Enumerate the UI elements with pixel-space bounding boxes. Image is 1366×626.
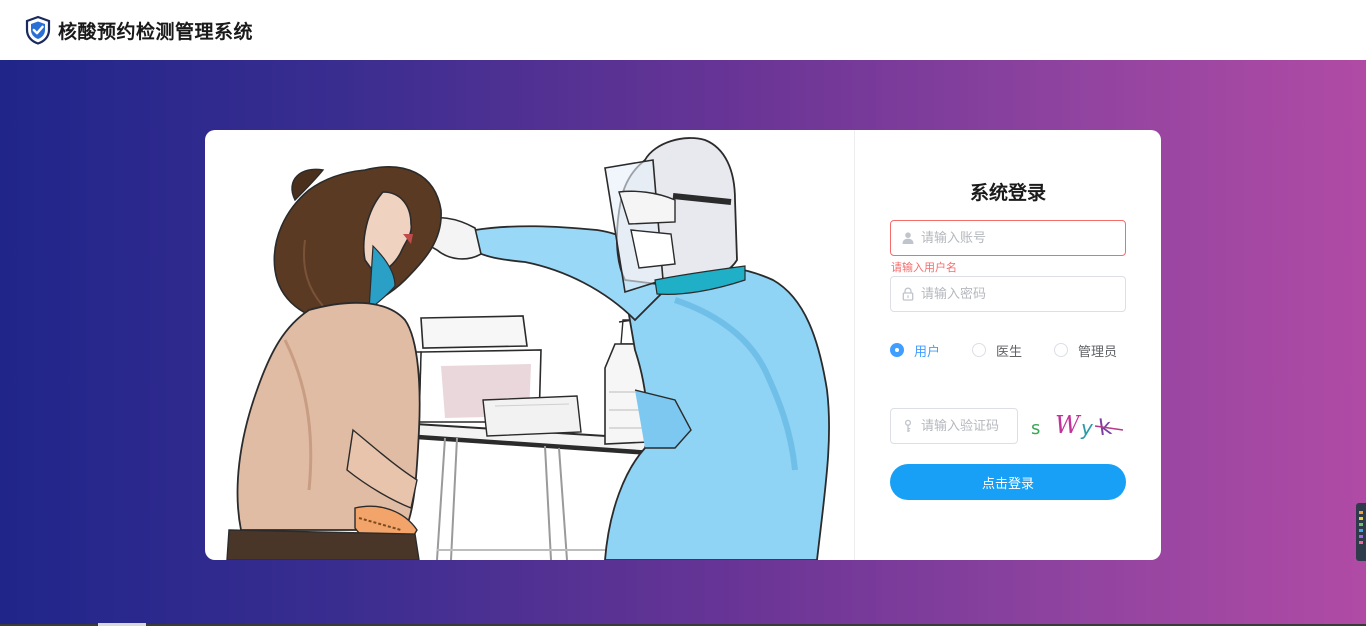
password-input[interactable] — [921, 277, 1121, 311]
top-header: 核酸预约检测管理系统 — [0, 0, 1366, 60]
captcha-input[interactable] — [921, 409, 1013, 443]
card-divider — [854, 130, 855, 560]
role-label-admin: 管理员 — [1078, 344, 1118, 360]
login-title: 系统登录 — [969, 182, 1046, 204]
key-icon — [904, 419, 912, 432]
role-radio-doctor[interactable]: 医生 — [972, 342, 1023, 360]
captcha-image[interactable]: s W y k — [1025, 406, 1129, 446]
side-floating-widget[interactable] — [1356, 503, 1366, 561]
captcha-field[interactable] — [890, 408, 1018, 444]
captcha-char: y — [1080, 416, 1094, 440]
user-icon — [902, 232, 914, 244]
shield-check-icon — [25, 15, 51, 45]
role-radio-user[interactable]: 用户 — [890, 342, 941, 360]
captcha-char: W — [1055, 411, 1082, 439]
radio-dot[interactable] — [972, 343, 986, 357]
lock-icon — [902, 287, 914, 301]
login-button[interactable]: 点击登录 — [890, 464, 1126, 500]
password-field[interactable] — [890, 276, 1126, 312]
role-label-user: 用户 — [914, 344, 941, 360]
role-label-doctor: 医生 — [996, 344, 1023, 360]
username-field[interactable] — [890, 220, 1126, 256]
login-card: 系统登录 请输入用户名 用户 医生 管理员 s W — [205, 130, 1161, 560]
username-input[interactable] — [921, 221, 1121, 255]
captcha-char: s — [1031, 418, 1040, 439]
radio-dot[interactable] — [890, 343, 904, 357]
username-error: 请输入用户名 — [891, 261, 957, 274]
radio-dot[interactable] — [1054, 343, 1068, 357]
nucleic-acid-test-illustration — [226, 137, 830, 560]
app-title: 核酸预约检测管理系统 — [58, 21, 254, 43]
role-radio-admin[interactable]: 管理员 — [1054, 342, 1118, 360]
